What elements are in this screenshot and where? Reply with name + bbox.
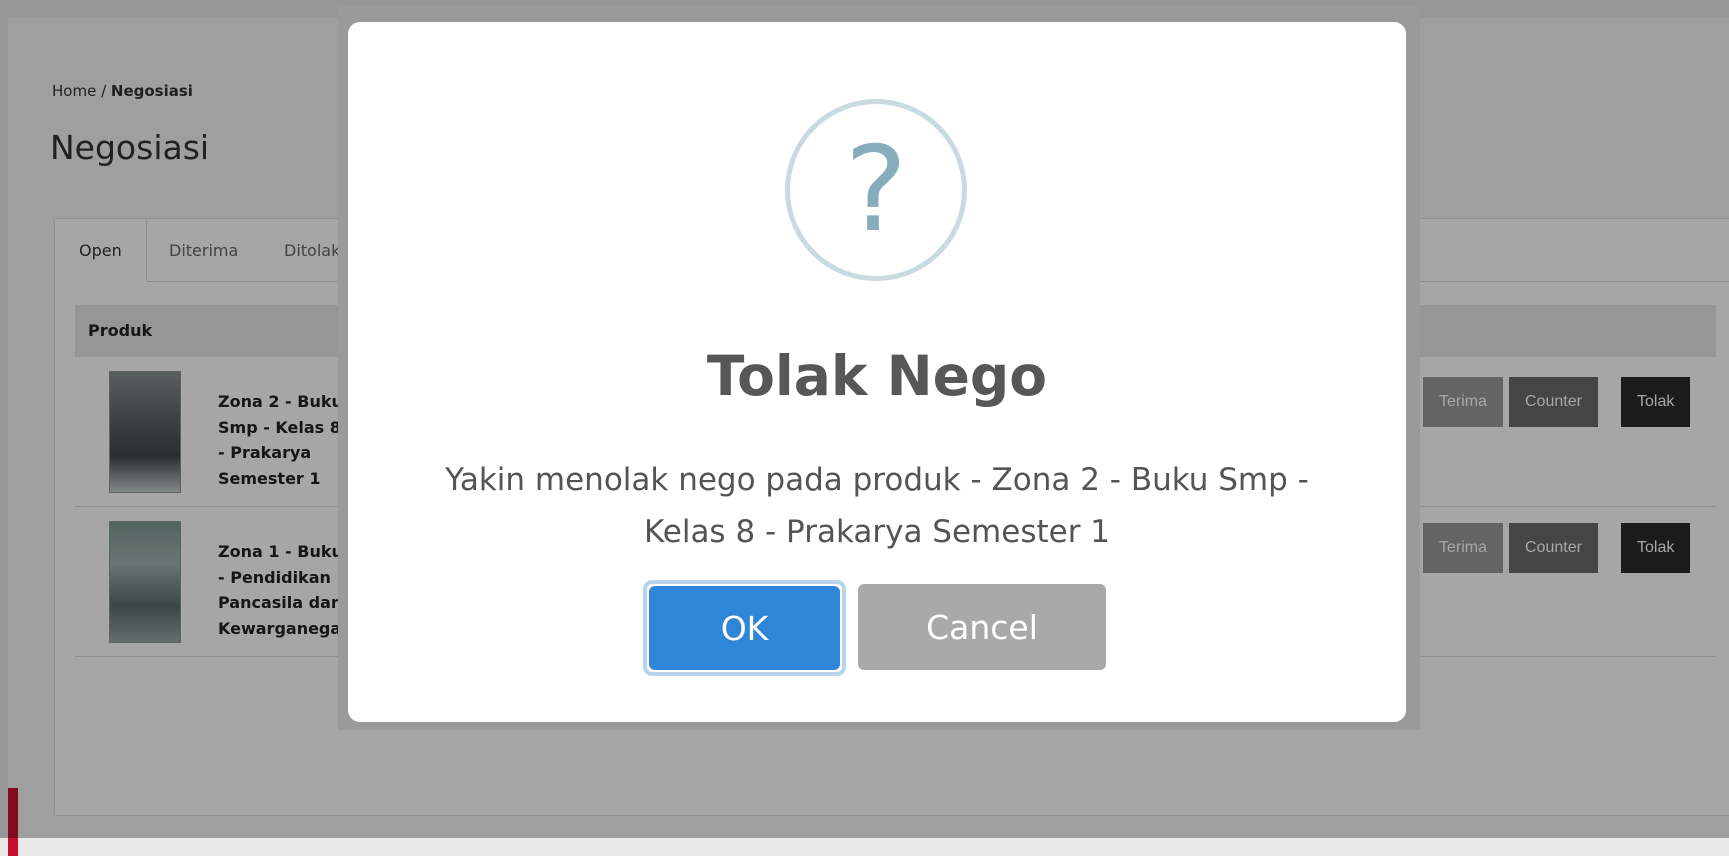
ok-button-focus-ring: OK — [643, 580, 846, 676]
dialog-title: Tolak Nego — [706, 344, 1048, 408]
confirm-dialog: ? Tolak Nego Yakin menolak nego pada pro… — [348, 22, 1406, 722]
question-icon: ? — [785, 99, 967, 281]
cancel-button[interactable]: Cancel — [858, 584, 1106, 670]
ok-button[interactable]: OK — [649, 586, 840, 670]
dialog-message: Yakin menolak nego pada produk - Zona 2 … — [445, 462, 1309, 550]
